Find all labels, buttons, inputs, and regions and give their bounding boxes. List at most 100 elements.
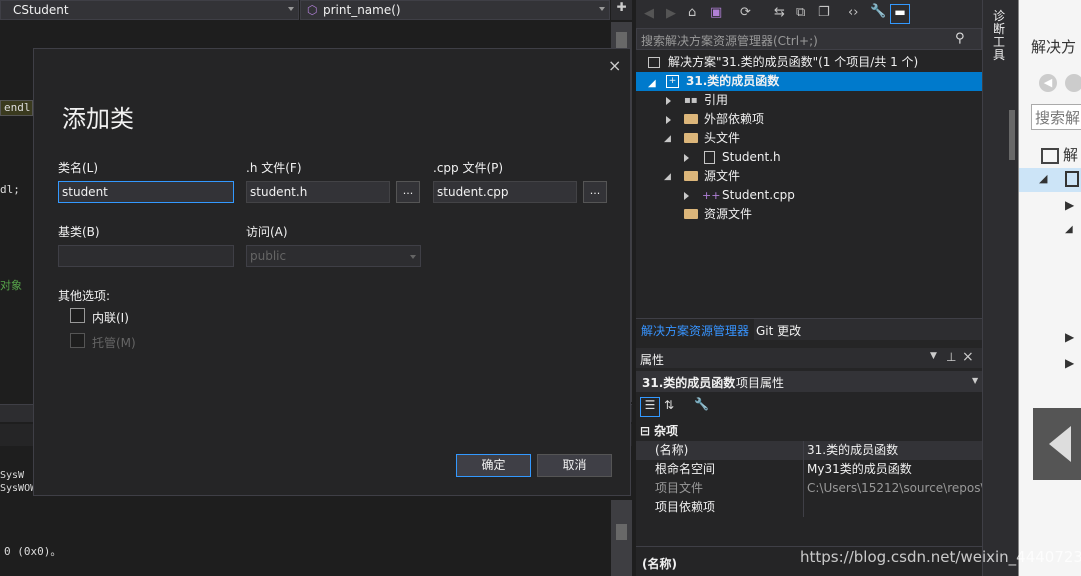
cpp-file-icon: ++: [702, 189, 721, 202]
h-file-browse-button[interactable]: ...: [396, 181, 420, 203]
properties-object-select[interactable]: 31.类的成员函数 项目属性 ▼: [636, 371, 982, 392]
property-name: 项目文件: [655, 481, 704, 495]
pin-icon[interactable]: ⊥: [946, 350, 956, 364]
h-file-label: .h 文件(F): [246, 161, 302, 175]
code-comment: 对象: [0, 279, 22, 292]
solution-explorer-toolbar: ◀ ▶ ⌂ ▣ ⟳ ⇆ ⧉ ❐ ‹› 🔧 ▬: [636, 0, 982, 28]
class-name-label: 类名(L): [58, 161, 99, 175]
managed-label: 托管(M): [92, 336, 136, 350]
class-name-input[interactable]: student: [58, 181, 234, 203]
chevron-down-icon: [599, 7, 605, 11]
collapsed-icon: [666, 116, 671, 124]
collapse-all-icon[interactable]: ⧉: [796, 5, 805, 20]
property-value: 31.类的成员函数: [807, 443, 899, 457]
collapse-panel-button[interactable]: [1033, 408, 1081, 480]
categorized-icon[interactable]: ☰: [640, 397, 660, 417]
home-icon[interactable]: ⌂: [688, 5, 696, 20]
chevron-left-icon: [1049, 426, 1071, 462]
tree-item-student-h[interactable]: Student.h: [636, 148, 982, 167]
cpp-file-input[interactable]: student.cpp: [433, 181, 577, 203]
tree-item-references[interactable]: ▪▪ 引用: [636, 91, 982, 110]
property-row[interactable]: 项目文件 C:\Users\15212\source\repos\: [636, 479, 982, 498]
chevron-down-icon: [410, 255, 416, 259]
output-scrollbar[interactable]: [611, 500, 632, 576]
background-window-title: 解决方: [1031, 38, 1077, 56]
property-category[interactable]: ⊟ 杂项: [636, 422, 982, 441]
class-dropdown[interactable]: CStudent: [0, 0, 299, 20]
tree-item-student-cpp[interactable]: ++ Student.cpp: [636, 186, 982, 205]
close-icon[interactable]: ×: [962, 349, 974, 365]
access-value: public: [250, 249, 287, 263]
tree-item-label: Student.h: [722, 150, 781, 164]
properties-wrench-icon[interactable]: 🔧: [870, 4, 886, 19]
property-value: My31类的成员函数: [807, 462, 912, 476]
back-icon[interactable]: ◀: [644, 6, 654, 21]
base-class-label: 基类(B): [58, 225, 100, 239]
solution-node[interactable]: 解决方案"31.类的成员函数"(1 个项目/共 1 个): [636, 53, 982, 72]
expanded-icon: ◢: [664, 172, 671, 182]
close-icon[interactable]: ×: [608, 56, 621, 75]
property-description-title: (名称): [642, 557, 677, 571]
tree-item-label: 外部依赖项: [704, 112, 765, 126]
header-file-icon: [704, 151, 715, 164]
cpp-project-icon: +: [666, 75, 679, 88]
property-row[interactable]: 项目依赖项: [636, 498, 982, 517]
property-value: C:\Users\15212\source\repos\: [807, 481, 982, 495]
sync-icon[interactable]: ⇆: [774, 5, 785, 20]
alphabetical-icon[interactable]: ⇅: [664, 398, 674, 412]
show-all-files-icon[interactable]: ❐: [818, 5, 830, 20]
tree-item-label: 引用: [704, 93, 729, 107]
cancel-button[interactable]: 取消: [537, 454, 612, 477]
scrollbar-thumb[interactable]: [1009, 110, 1015, 160]
collapsed-icon: [684, 154, 689, 162]
property-row[interactable]: 根命名空间 My31类的成员函数: [636, 460, 982, 479]
class-dropdown-value: CStudent: [13, 3, 69, 17]
tab-git-changes[interactable]: Git 更改: [756, 322, 801, 339]
switch-views-icon[interactable]: ▣: [710, 5, 722, 20]
inline-checkbox[interactable]: [70, 308, 85, 323]
cpp-file-browse-button[interactable]: ...: [583, 181, 607, 203]
view-code-icon[interactable]: ‹›: [848, 5, 858, 20]
forward-icon[interactable]: [1065, 74, 1081, 92]
background-tree-label: 解: [1063, 146, 1079, 164]
property-pages-icon[interactable]: 🔧: [694, 397, 709, 411]
cpp-file-label: .cpp 文件(P): [433, 161, 504, 175]
expanded-icon: ◢: [1065, 224, 1073, 235]
chevron-down-icon[interactable]: ▼: [930, 351, 937, 361]
access-select[interactable]: public: [246, 245, 421, 267]
chevron-down-icon: [288, 7, 294, 11]
properties-subject: 31.类的成员函数: [642, 376, 736, 390]
collapse-icon: ⊟: [640, 424, 651, 438]
managed-checkbox[interactable]: [70, 333, 85, 348]
back-icon[interactable]: ◀: [1039, 74, 1057, 92]
base-class-input[interactable]: [58, 245, 234, 267]
collapsed-icon: ▶: [1065, 330, 1075, 344]
project-label: 31.类的成员函数: [686, 74, 780, 88]
property-name: (名称): [655, 443, 689, 457]
tab-diagnostic-tools[interactable]: 诊断工具: [993, 10, 1007, 62]
background-search-input[interactable]: 搜索解: [1031, 104, 1081, 130]
tree-item-label: 源文件: [704, 169, 741, 183]
project-node[interactable]: ◢ + 31.类的成员函数: [636, 72, 982, 91]
preview-selected-icon[interactable]: ▬: [890, 4, 910, 24]
tree-item-resource-files[interactable]: 资源文件: [636, 205, 982, 224]
collapsed-icon: ▶: [1065, 356, 1075, 370]
ok-button[interactable]: 确定: [456, 454, 531, 477]
folder-icon: [684, 171, 698, 181]
tree-item-external-deps[interactable]: 外部依赖项: [636, 110, 982, 129]
forward-icon[interactable]: ▶: [666, 6, 676, 21]
member-dropdown[interactable]: ⬡ print_name(): [300, 0, 610, 20]
expanded-icon: ◢: [1039, 172, 1048, 185]
pending-changes-icon[interactable]: ⟳: [740, 5, 751, 20]
solution-search-input[interactable]: 搜索解决方案资源管理器(Ctrl+;) ⚲: [636, 28, 982, 50]
scrollbar-thumb[interactable]: [616, 524, 627, 540]
property-row[interactable]: (名称) 31.类的成员函数: [636, 441, 982, 460]
output-line: 0 (0x0)。: [4, 545, 62, 558]
collapsed-icon: ▶: [1065, 198, 1075, 212]
tab-solution-explorer[interactable]: 解决方案资源管理器: [636, 319, 755, 340]
split-button[interactable]: ✚: [611, 0, 632, 20]
tree-item-source-files[interactable]: ◢ 源文件: [636, 167, 982, 186]
h-file-input[interactable]: student.h: [246, 181, 390, 203]
properties-header: 属性 ▼ ⊥ ×: [636, 348, 982, 368]
tree-item-header-files[interactable]: ◢ 头文件: [636, 129, 982, 148]
